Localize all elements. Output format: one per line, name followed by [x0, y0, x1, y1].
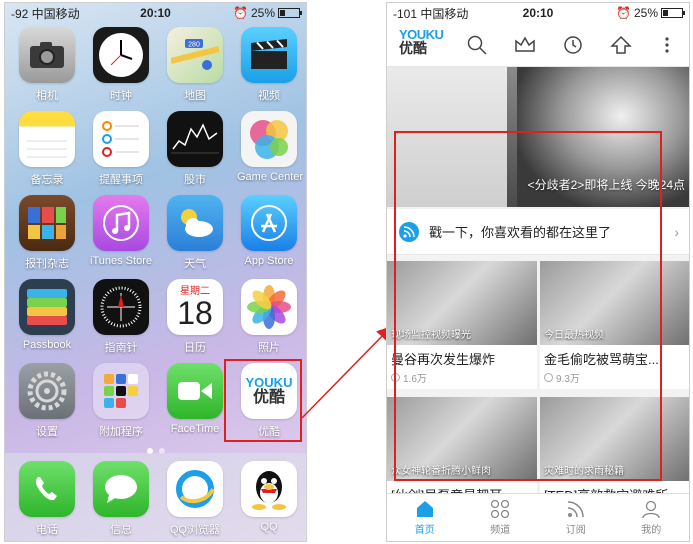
facetime-icon	[167, 363, 223, 419]
subscribe-icon	[567, 501, 584, 518]
battery-icon	[661, 8, 685, 18]
app-camera[interactable]: 相机	[15, 27, 79, 103]
qq-browser-icon	[167, 461, 223, 517]
upload-icon[interactable]	[609, 33, 633, 57]
messages-icon	[93, 461, 149, 517]
home-screen: -92 中国移动 20:10 ⏰ 25% 相机 时钟 280 地图 视频 备忘录…	[4, 2, 307, 542]
video-icon	[241, 27, 297, 83]
battery-percent: 25%	[633, 6, 658, 20]
phone-icon	[19, 461, 75, 517]
search-icon[interactable]	[465, 33, 489, 57]
content-area-highlight	[394, 131, 662, 481]
app-weather[interactable]: 天气	[163, 195, 227, 271]
battery-icon	[278, 8, 302, 18]
reminders-icon	[93, 111, 149, 167]
more-icon[interactable]	[655, 33, 679, 57]
tab-subscribe[interactable]: 订阅	[538, 494, 614, 541]
alarm-icon: ⏰	[233, 6, 248, 20]
crown-icon[interactable]	[513, 33, 537, 57]
app-store-icon	[241, 195, 297, 251]
app-header: YOUKU 优酷	[387, 23, 689, 67]
app-passbook[interactable]: Passbook	[15, 279, 79, 351]
app-settings[interactable]: 设置	[15, 363, 79, 439]
tab-bar: 首页 频道 订阅 我的	[387, 493, 689, 541]
app-game-center[interactable]: Game Center	[237, 111, 303, 183]
dock-qq[interactable]: QQ	[237, 461, 301, 533]
dock-qq-browser[interactable]: QQ浏览器	[163, 461, 227, 537]
youku-app-highlight	[224, 359, 302, 442]
app-app-store[interactable]: App Store	[237, 195, 301, 267]
app-photos[interactable]: 照片	[237, 279, 301, 355]
settings-icon	[19, 363, 75, 419]
app-calendar[interactable]: 星期二 18 日历	[163, 279, 227, 355]
home-icon	[416, 501, 433, 517]
photos-icon	[241, 279, 297, 335]
app-maps[interactable]: 280 地图	[163, 27, 227, 103]
alarm-icon: ⏰	[616, 6, 631, 20]
clock-icon	[93, 27, 149, 83]
app-itunes-store[interactable]: iTunes Store	[89, 195, 153, 267]
camera-icon	[19, 27, 75, 83]
notes-icon	[19, 111, 75, 167]
tab-channels[interactable]: 频道	[463, 494, 539, 541]
app-newsstand[interactable]: 报刊杂志	[15, 195, 79, 271]
youku-logo[interactable]: YOUKU 优酷	[399, 28, 444, 55]
dock-messages[interactable]: 信息	[89, 461, 153, 537]
app-facetime[interactable]: FaceTime	[163, 363, 227, 435]
game-center-icon	[241, 111, 297, 167]
weather-icon	[167, 195, 223, 251]
history-clock-icon[interactable]	[561, 33, 585, 57]
dock-phone[interactable]: 电话	[15, 461, 79, 537]
app-notes[interactable]: 备忘录	[15, 111, 79, 187]
app-extras-folder[interactable]: 附加程序	[89, 363, 153, 439]
chevron-right-icon: ›	[674, 223, 679, 240]
stocks-icon	[167, 111, 223, 167]
battery-percent: 25%	[250, 6, 275, 20]
tab-profile[interactable]: 我的	[614, 494, 690, 541]
status-bar: -101 中国移动 20:10 ⏰ 25%	[387, 3, 689, 23]
app-reminders[interactable]: 提醒事项	[89, 111, 153, 187]
calendar-day: 18	[177, 295, 213, 331]
app-compass[interactable]: 指南针	[89, 279, 153, 355]
status-bar: -92 中国移动 20:10 ⏰ 25%	[5, 3, 306, 23]
tab-home[interactable]: 首页	[387, 494, 463, 541]
app-video[interactable]: 视频	[237, 27, 301, 103]
newsstand-icon	[19, 195, 75, 251]
app-stocks[interactable]: 股市	[163, 111, 227, 187]
maps-icon: 280	[167, 27, 223, 83]
calendar-icon: 星期二 18	[167, 279, 223, 335]
passbook-icon	[19, 279, 75, 335]
channels-icon	[491, 499, 510, 519]
maps-route-number: 280	[188, 42, 200, 49]
qq-icon	[241, 461, 297, 517]
extras-folder-icon	[93, 363, 149, 419]
profile-icon	[642, 500, 660, 519]
app-clock[interactable]: 时钟	[89, 27, 153, 103]
dock: 电话 信息 QQ浏览器 QQ	[5, 453, 306, 541]
itunes-icon	[93, 195, 149, 251]
compass-icon	[93, 279, 149, 335]
